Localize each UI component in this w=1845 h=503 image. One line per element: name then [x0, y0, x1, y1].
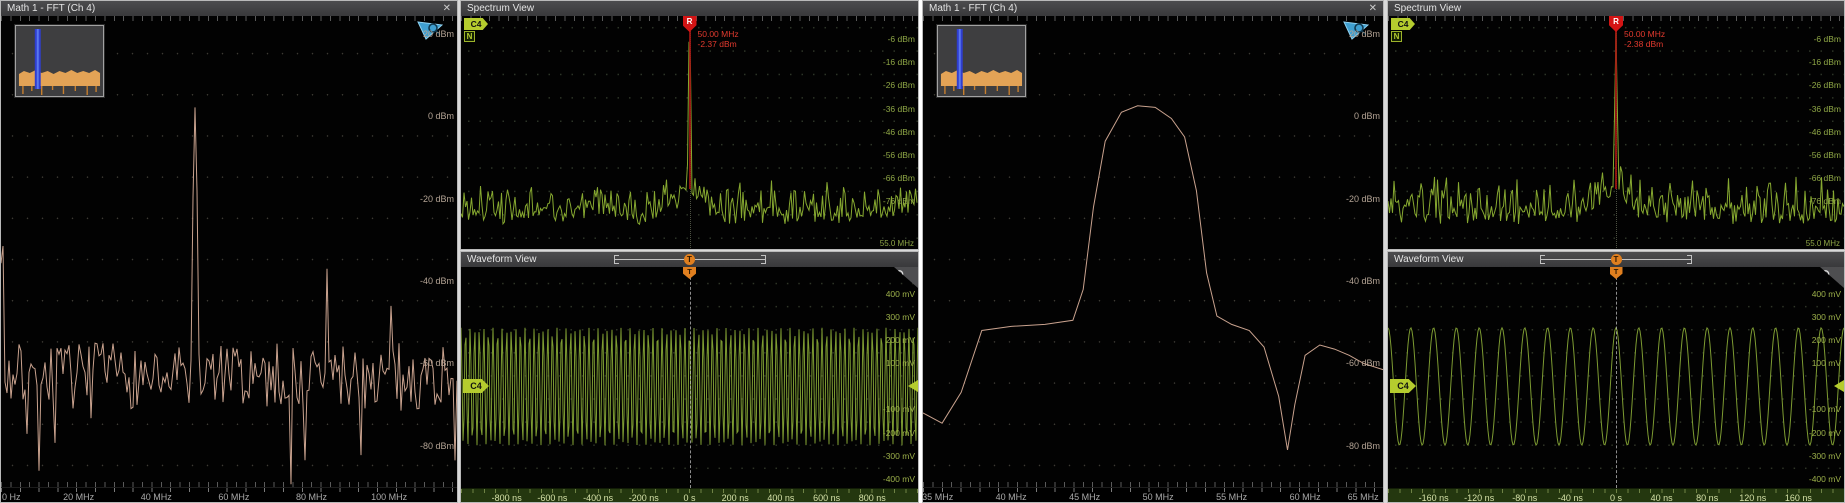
tick-label: 20 MHz	[63, 492, 94, 502]
marker-readout: 50.00 MHz -2.37 dBm	[698, 29, 739, 49]
spectrum-corner-frequency: 55.0 MHz	[1806, 239, 1840, 248]
tick-label: 800 ns	[859, 493, 886, 503]
tick-label: 120 ns	[1739, 493, 1766, 503]
tick-label: 45 MHz	[1069, 492, 1100, 502]
tick-label: -400 ns	[583, 493, 613, 503]
waveform-title: Waveform View	[1394, 252, 1463, 267]
close-icon[interactable]: ✕	[1369, 1, 1377, 16]
tick-label: 60 MHz	[218, 492, 249, 502]
waveform-title: Waveform View	[467, 252, 536, 267]
time-axis: -800 ns -600 ns -400 ns -200 ns 0 s 200 ns 400…	[461, 488, 918, 503]
waveform-view-panel: Waveform View T T C4	[460, 251, 919, 503]
math-fft-panel: Math 1 - FFT (Ch 4) ✕	[0, 0, 458, 503]
marker-line	[689, 31, 691, 189]
math-fft-plot[interactable]: 20 dBm0 dBm-20 dBm-40 dBm-60 dBm-80 dBm	[923, 16, 1383, 487]
math-fft-plot[interactable]: 20 dBm0 dBm-20 dBm-40 dBm-60 dBm-80 dBm	[1, 16, 457, 487]
horizontal-position-slider[interactable]: T	[614, 255, 766, 264]
horizontal-position-slider[interactable]: T	[1540, 255, 1692, 264]
spectrum-view-panel: Spectrum View R 50.00 MHz -2.38 dBm C4	[1387, 0, 1845, 250]
fft-overview-thumbnail[interactable]	[937, 25, 1026, 97]
zoom-mode-icon[interactable]	[1343, 20, 1369, 41]
tick-label: 100 MHz	[371, 492, 407, 502]
trace-mode-badge[interactable]: N	[464, 31, 475, 42]
time-axis: -160 ns -120 ns -80 ns -40 ns 0 s 40 ns 80 ns 1…	[1388, 488, 1844, 503]
tick-label: 0 s	[1610, 493, 1622, 503]
right-column: Spectrum View R 50.00 MHz -2.38 dBm C4	[1387, 0, 1845, 503]
tick-label: 65 MHz	[1348, 492, 1379, 502]
tick-label: 60 MHz	[1290, 492, 1321, 502]
display-group-right: Math 1 - FFT (Ch 4) ✕	[922, 0, 1845, 503]
spectrum-titlebar[interactable]: Spectrum View	[461, 1, 918, 16]
tick-label: 50 MHz	[1143, 492, 1174, 502]
tick-label: 40 MHz	[996, 492, 1027, 502]
marker-frequency: 50.00 MHz	[1624, 29, 1665, 39]
fft-overview-thumbnail[interactable]	[15, 25, 104, 97]
tick-label: 40 ns	[1651, 493, 1673, 503]
trace-mode-badge[interactable]: N	[1391, 31, 1402, 42]
tick-label: 35 MHz	[922, 492, 953, 502]
display-group-left: Math 1 - FFT (Ch 4) ✕	[0, 0, 919, 503]
fft-thumbnail-graphic	[938, 26, 1025, 96]
math-title: Math 1 - FFT (Ch 4)	[929, 1, 1017, 16]
spectrum-corner-frequency: 55.0 MHz	[880, 239, 914, 248]
tick-label: 400 ns	[767, 493, 794, 503]
tick-label: 160 ns	[1785, 493, 1812, 503]
close-icon[interactable]: ✕	[443, 1, 451, 16]
marker-line	[1615, 31, 1617, 189]
marker-readout: 50.00 MHz -2.38 dBm	[1624, 29, 1665, 49]
math-titlebar[interactable]: Math 1 - FFT (Ch 4) ✕	[923, 1, 1383, 16]
waveform-plot[interactable]: T C4 400 mV300 mV200 mV100 mV-100 mV-200…	[461, 267, 918, 488]
tick-label: 55 MHz	[1216, 492, 1247, 502]
tick-label: 0 s	[683, 493, 695, 503]
trigger-slider-knob[interactable]: T	[684, 254, 695, 265]
marker-frequency: 50.00 MHz	[698, 29, 739, 39]
fft-x-axis: 0 Hz 20 MHz 40 MHz 60 MHz 80 MHz 100 MHz	[1, 487, 457, 503]
zoom-flag-graphic	[1343, 20, 1369, 41]
tick-label: -120 ns	[1464, 493, 1494, 503]
math-title: Math 1 - FFT (Ch 4)	[7, 1, 95, 16]
tick-label: -600 ns	[537, 493, 567, 503]
spectrum-title: Spectrum View	[467, 1, 534, 16]
fft-x-axis: 35 MHz 40 MHz 45 MHz 50 MHz 55 MHz 60 MHz 65 M…	[923, 487, 1383, 503]
spectrum-titlebar[interactable]: Spectrum View	[1388, 1, 1844, 16]
tick-label: -160 ns	[1419, 493, 1449, 503]
ground-level-arrow[interactable]	[1834, 380, 1844, 392]
spectrum-view-panel: Spectrum View R 50.00 MHz -2.37 dBm C4	[460, 0, 919, 250]
ground-level-arrow[interactable]	[908, 380, 918, 392]
marker-amplitude: -2.38 dBm	[1624, 39, 1665, 49]
right-column: Spectrum View R 50.00 MHz -2.37 dBm C4	[460, 0, 919, 503]
trigger-position-line	[690, 267, 691, 488]
tick-label: 80 ns	[1696, 493, 1718, 503]
oscilloscope-screen: Math 1 - FFT (Ch 4) ✕	[0, 0, 1845, 503]
waveform-titlebar[interactable]: Waveform View T	[1388, 252, 1844, 267]
spectrum-plot[interactable]: R 50.00 MHz -2.38 dBm C4 N -6 dBm-16 dBm…	[1388, 16, 1844, 250]
waveform-view-panel: Waveform View T T C4	[1387, 251, 1845, 503]
waveform-titlebar[interactable]: Waveform View T	[461, 252, 918, 267]
marker-amplitude: -2.37 dBm	[698, 39, 739, 49]
trigger-position-line	[1616, 267, 1617, 488]
spectrum-plot[interactable]: R 50.00 MHz -2.37 dBm C4 N -6 dBm-16 dBm…	[461, 16, 918, 250]
tick-label: 0 Hz	[2, 492, 21, 502]
spectrum-title: Spectrum View	[1394, 1, 1461, 16]
tick-label: 40 MHz	[141, 492, 172, 502]
waveform-plot[interactable]: T C4 400 mV300 mV200 mV100 mV-100 mV-200…	[1388, 267, 1844, 488]
fft-thumbnail-graphic	[16, 26, 103, 96]
trigger-slider-knob[interactable]: T	[1611, 254, 1622, 265]
tick-label: 600 ns	[813, 493, 840, 503]
tick-label: -800 ns	[492, 493, 522, 503]
tick-label: -80 ns	[1512, 493, 1537, 503]
math-titlebar[interactable]: Math 1 - FFT (Ch 4) ✕	[1, 1, 457, 16]
zoom-mode-icon[interactable]	[417, 20, 443, 41]
tick-label: -40 ns	[1558, 493, 1583, 503]
zoom-flag-graphic	[417, 20, 443, 41]
tick-label: 200 ns	[722, 493, 749, 503]
math-fft-panel: Math 1 - FFT (Ch 4) ✕	[922, 0, 1384, 503]
tick-label: -200 ns	[629, 493, 659, 503]
tick-label: 80 MHz	[296, 492, 327, 502]
